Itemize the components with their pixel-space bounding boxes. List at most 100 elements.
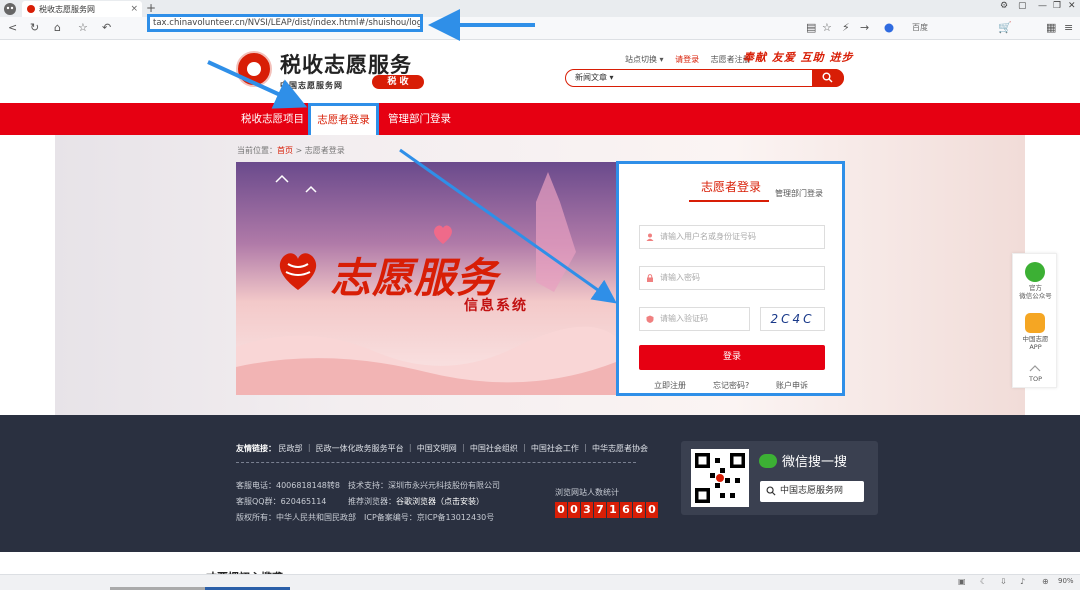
site-search-input[interactable]: 新闻文章 ▾ [565,69,844,87]
cart-icon[interactable]: 🛒 [998,21,1012,35]
tab-close-icon[interactable]: × [130,4,138,14]
nav-volunteer-login[interactable]: 志愿者登录 [308,103,379,138]
qr-code-icon [695,453,745,503]
menu-icon[interactable]: ≡ [1064,21,1073,35]
login-title: 志愿者登录 [701,180,762,194]
username-field[interactable]: 请输入用户名或身份证号码 [639,225,825,249]
footer-divider [236,462,636,463]
friend-link[interactable]: 民政部 [279,444,303,453]
site-search-button[interactable] [812,69,844,87]
window-settings-icon[interactable]: ⚙ [1000,1,1008,11]
password-field[interactable]: 请输入密码 [639,266,825,290]
browser-install-link[interactable]: 谷歌浏览器（点击安装） [396,497,484,506]
zoom-in-icon[interactable]: ⊕ [1042,577,1049,586]
grid-icon[interactable]: ▦ [1046,21,1056,35]
captcha-image[interactable]: 2C4C [760,307,825,331]
wechat-logo-icon [759,454,777,468]
browser-statusbar: ▣ ☾ ⇩ ♪ ⊕ 90% [0,574,1080,590]
login-link[interactable]: 请登录 [675,55,699,64]
status-mute-icon[interactable]: ▣ [958,577,966,586]
address-bar[interactable]: tax.chinavolunteer.cn/NVSI/LEAP/dist/ind… [147,14,423,32]
browser-tab[interactable]: 税收志愿服务网 × [22,1,142,17]
friend-link[interactable]: 中国文明网 [417,444,457,453]
back-to-top[interactable]: TOP [1013,375,1058,383]
wechat-search-box[interactable]: 中国志愿服务网 [760,481,864,502]
window-pin-icon[interactable]: ▢ [1018,1,1027,11]
undo-icon[interactable]: ↶ [102,21,111,35]
friend-link[interactable]: 中国社会工作 [531,444,579,453]
captcha-placeholder: 请输入验证码 [660,314,708,323]
wechat-icon[interactable] [1025,262,1045,282]
counter-digit: 0 [568,502,580,518]
wechat-label[interactable]: 官方 微信公众号 [1013,284,1058,300]
site-badge: 税 收 [372,75,424,89]
refresh-icon[interactable]: ↻ [30,21,39,35]
friend-link[interactable]: 民政一体化政务服务平台 [316,444,404,453]
counter-digit: 6 [633,502,645,518]
back-icon[interactable]: < [8,21,17,35]
status-moon-icon[interactable]: ☾ [980,577,987,586]
tech-support: 技术支持：深圳市永兴元科技股份有限公司 [348,481,500,490]
login-panel: 志愿者登录 管理部门登录 请输入用户名或身份证号码 请输入密码 请输入验证码 2… [616,161,845,396]
window-close-icon[interactable]: ✕ [1068,1,1076,11]
lightning-icon[interactable]: ⚡ [842,21,850,35]
breadcrumb: 当前位置：首页 > 志愿者登录 [237,145,345,156]
heart-icon [279,253,317,290]
wechat-search-label: 微信搜一搜 [782,455,848,470]
captcha-input[interactable]: 请输入验证码 [639,307,750,331]
chevron-up-icon[interactable] [1029,364,1041,372]
home-icon[interactable]: ⌂ [54,21,61,35]
page-bottom-strip [0,552,1080,574]
zoom-level[interactable]: 90% [1058,577,1074,585]
site-switch-link[interactable]: 站点切换 ▾ [625,55,664,64]
admin-login-switch[interactable]: 管理部门登录 [775,188,823,199]
reader-mode-icon[interactable]: ▤ [806,21,816,35]
breadcrumb-current: > 志愿者登录 [293,146,345,155]
search-icon [822,72,833,83]
slogan: 奉献 友爱 互助 进步 [743,51,854,64]
login-button[interactable]: 登录 [639,345,825,370]
search-engine-label: 百度 [912,23,928,32]
site-logo-emblem[interactable] [236,51,272,87]
login-title-underline [689,200,769,202]
favorite-star-icon[interactable]: ☆ [78,21,88,35]
bookmark-icon[interactable]: ☆ [822,21,832,35]
breadcrumb-prefix: 当前位置： [237,146,277,155]
copyright: 版权所有：中华人民共和国民政部 [236,513,356,522]
nav-admin-login[interactable]: 管理部门登录 [388,111,451,126]
wechat-qr-box: 微信搜一搜 中国志愿服务网 [681,441,878,515]
wechat-search-title: 微信搜一搜 [759,451,847,470]
hero-banner: 志愿服务 信息系统 [236,162,616,395]
app-icon[interactable] [1025,313,1045,333]
search-category-select[interactable]: 新闻文章 ▾ [575,72,614,83]
friend-link[interactable]: 中国社会组织 [470,444,518,453]
recommended-browser: 推荐浏览器：谷歌浏览器（点击安装） [348,496,484,507]
recommended-browser-label: 推荐浏览器： [348,497,396,506]
counter-digit: 0 [646,502,658,518]
status-download-icon[interactable]: ⇩ [1000,577,1007,586]
forward-icon[interactable]: → [860,21,869,35]
register-now-link[interactable]: 立即注册 [654,380,686,391]
account-appeal-link[interactable]: 账户申诉 [776,380,808,391]
minimize-icon[interactable]: — [1038,1,1047,11]
browser-search-box[interactable]: 百度 [880,21,982,35]
banner-subtitle: 信息系统 [464,298,528,314]
friend-link[interactable]: 中华志愿者协会 [592,444,648,453]
nav-tax-projects[interactable]: 税收志愿项目 [241,111,304,126]
site-subtitle: 中国志愿服务网 [280,81,343,90]
app-label[interactable]: 中国志愿 APP [1013,335,1058,351]
lock-icon [647,274,653,282]
forgot-password-link[interactable]: 忘记密码? [713,380,749,391]
user-icon [646,233,654,241]
tab-title: 税收志愿服务网 [39,4,95,14]
maximize-icon[interactable]: ❐ [1053,1,1061,11]
search-engine-icon [884,23,894,33]
status-sound-icon[interactable]: ♪ [1020,577,1025,586]
visitor-counter: 0 0 3 7 1 6 6 0 [555,502,658,518]
footer: 友情链接： 民政部 ｜ 民政一体化政务服务平台 ｜ 中国文明网 ｜ 中国社会组织… [0,415,1080,552]
breadcrumb-home-link[interactable]: 首页 [277,146,293,155]
qr-code-image [691,449,749,507]
username-placeholder: 请输入用户名或身份证号码 [660,232,756,241]
icp-number[interactable]: ICP备案编号：京ICP备13012430号 [364,512,494,523]
friend-links: 友情链接： 民政部 ｜ 民政一体化政务服务平台 ｜ 中国文明网 ｜ 中国社会组织… [236,444,649,453]
